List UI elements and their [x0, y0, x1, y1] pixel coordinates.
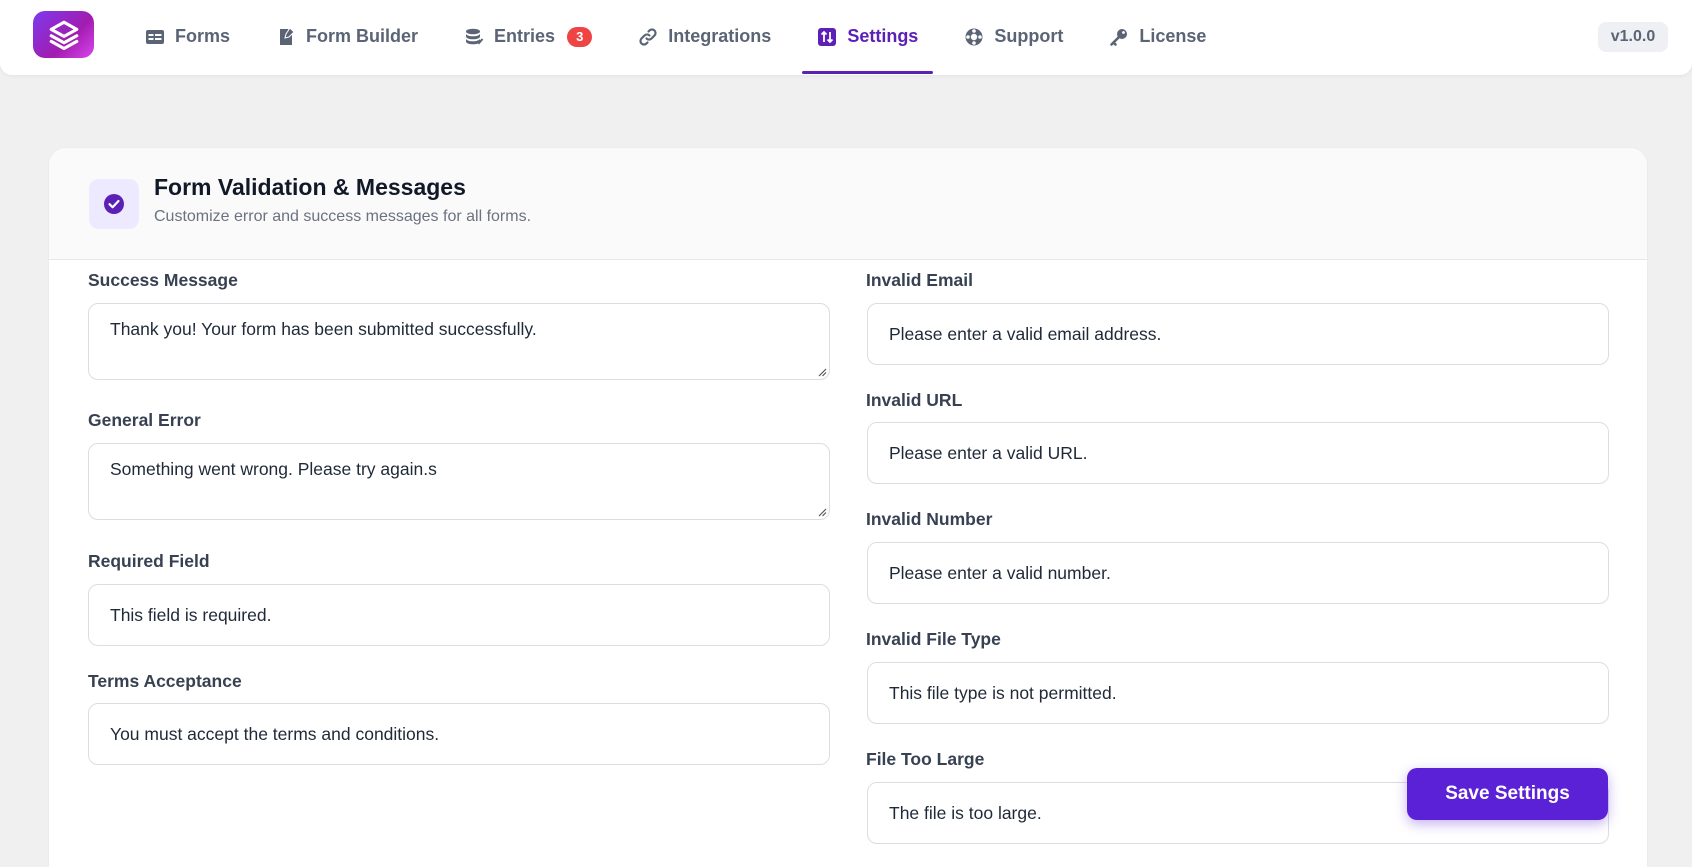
- card-title: Form Validation & Messages: [154, 174, 466, 200]
- invalid-email-value: Please enter a valid email address.: [889, 323, 1162, 344]
- entries-count-badge: 3: [567, 26, 593, 47]
- general-error-value: Something went wrong. Please try again.s: [110, 459, 437, 479]
- invalid-email-label: Invalid Email: [866, 270, 973, 290]
- invalid-file-type-value: This file type is not permitted.: [889, 682, 1117, 703]
- required-field-label: Required Field: [88, 551, 210, 571]
- settings-icon: [818, 27, 837, 46]
- check-tile: [89, 179, 139, 229]
- invalid-number-value: Please enter a valid number.: [889, 562, 1111, 583]
- resize-grip-icon[interactable]: [817, 507, 827, 517]
- nav-item-form-builder[interactable]: Form Builder: [261, 0, 433, 74]
- invalid-number-input[interactable]: Please enter a valid number.: [867, 542, 1609, 604]
- nav-label: Form Builder: [306, 26, 419, 46]
- link-icon: [639, 27, 657, 46]
- general-error-textarea[interactable]: Something went wrong. Please try again.s: [88, 443, 830, 520]
- nav-label: Support: [994, 26, 1064, 46]
- terms-acceptance-value: You must accept the terms and conditions…: [110, 723, 440, 744]
- check-circle-icon: [104, 194, 124, 214]
- nav-item-forms[interactable]: Forms: [130, 0, 245, 74]
- form-builder-icon: [280, 26, 295, 45]
- nav-label: Entries: [494, 26, 556, 46]
- terms-acceptance-input[interactable]: You must accept the terms and conditions…: [88, 703, 830, 765]
- required-field-input[interactable]: This field is required.: [88, 584, 830, 646]
- app-logo[interactable]: [33, 11, 94, 58]
- success-message-textarea[interactable]: Thank you! Your form has been submitted …: [88, 303, 830, 380]
- resize-grip-icon[interactable]: [817, 367, 827, 377]
- invalid-number-label: Invalid Number: [866, 509, 993, 529]
- support-icon: [965, 28, 983, 45]
- invalid-file-type-label: Invalid File Type: [866, 629, 1001, 649]
- file-too-large-value: The file is too large.: [889, 802, 1042, 823]
- file-too-large-label: File Too Large: [866, 749, 985, 769]
- entries-icon: [466, 28, 484, 44]
- invalid-url-value: Please enter a valid URL.: [889, 442, 1088, 463]
- nav-item-settings[interactable]: Settings: [802, 0, 934, 74]
- success-message-value: Thank you! Your form has been submitted …: [110, 319, 537, 339]
- forms-icon: [146, 29, 164, 44]
- nav-label: Settings: [847, 26, 919, 46]
- general-error-label: General Error: [88, 410, 201, 430]
- invalid-url-label: Invalid URL: [866, 390, 963, 410]
- nav-item-support[interactable]: Support: [949, 0, 1078, 74]
- invalid-url-input[interactable]: Please enter a valid URL.: [867, 422, 1609, 484]
- save-settings-button[interactable]: Save Settings: [1407, 768, 1608, 820]
- invalid-email-input[interactable]: Please enter a valid email address.: [867, 303, 1609, 365]
- terms-acceptance-label: Terms Acceptance: [88, 671, 242, 691]
- nav-item-entries[interactable]: Entries 3: [449, 0, 607, 74]
- invalid-file-type-input[interactable]: This file type is not permitted.: [867, 662, 1609, 724]
- required-field-value: This field is required.: [110, 604, 272, 625]
- top-nav-bar: Forms Form Builder Entries 3 Integration…: [0, 0, 1692, 75]
- key-icon: [1110, 28, 1128, 46]
- nav-item-integrations[interactable]: Integrations: [623, 0, 786, 74]
- nav-label: Forms: [175, 26, 231, 46]
- version-badge: v1.0.0: [1598, 22, 1668, 52]
- card-header: Form Validation & Messages Customize err…: [49, 148, 1647, 260]
- nav-label: Integrations: [668, 26, 772, 46]
- layers-icon: [49, 20, 78, 50]
- success-message-label: Success Message: [88, 270, 238, 290]
- nav-item-license[interactable]: License: [1094, 0, 1221, 74]
- card-subtitle: Customize error and success messages for…: [154, 208, 532, 225]
- main-nav: Forms Form Builder Entries 3 Integration…: [130, 0, 1237, 75]
- nav-label: License: [1139, 26, 1207, 46]
